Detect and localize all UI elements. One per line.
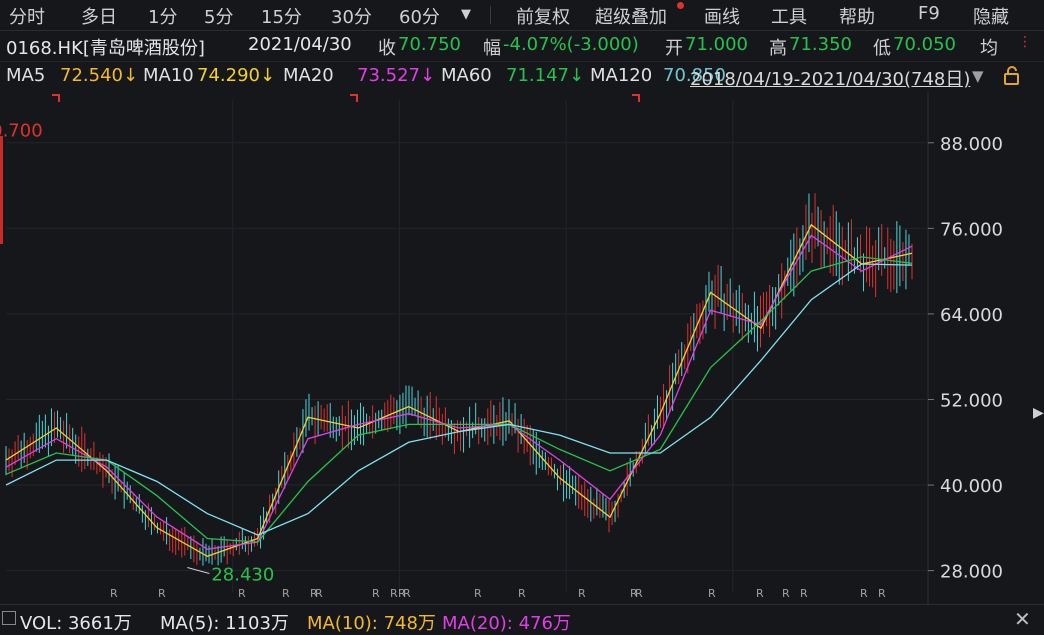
low-value: 70.050 xyxy=(893,34,956,55)
vol-ma5: MA(5): 1103万 xyxy=(160,613,289,634)
r-marker: R xyxy=(860,587,868,600)
chart-grid xyxy=(6,92,929,604)
price-chart[interactable]: 28.000 40.000 52.000 64.000 76.000 88.000 90.… xyxy=(0,92,1044,604)
tab-5min[interactable]: 5分 xyxy=(204,3,233,29)
y-tick-label: 64.000 xyxy=(940,305,1003,326)
r-marker: R xyxy=(756,587,764,600)
period-corner-mark xyxy=(52,94,60,102)
notification-dot-icon xyxy=(677,2,684,9)
toolbar-divider xyxy=(490,6,491,24)
expand-arrow-icon[interactable]: ▶ xyxy=(1033,405,1044,421)
r-marker: R xyxy=(878,587,886,600)
open-value: 71.000 xyxy=(685,34,748,55)
quote-date: 2021/04/30 xyxy=(248,34,352,55)
vol-ma20: MA(20): 476万 xyxy=(442,613,571,634)
r-marker: R xyxy=(800,587,808,600)
ma120-label: MA120 xyxy=(590,65,653,86)
high-value: 71.350 xyxy=(789,34,852,55)
tools-button[interactable]: 工具 xyxy=(771,3,807,29)
r-marker: R xyxy=(110,587,118,600)
ma-line-ma20 xyxy=(5,234,913,550)
r-marker: R xyxy=(372,587,380,600)
checkbox-icon[interactable] xyxy=(2,611,16,625)
y-tick-label: 76.000 xyxy=(940,219,1003,240)
close-value: 70.750 xyxy=(398,34,461,55)
r-marker: R xyxy=(390,587,398,600)
ma20-value: 73.527↓ xyxy=(357,65,436,86)
high-annotation: 90.700 xyxy=(0,121,43,142)
low-label: 低 xyxy=(873,38,891,59)
period-corner-mark xyxy=(350,94,358,102)
tab-multiday[interactable]: 多日 xyxy=(81,3,117,29)
ma60-value: 71.147↓ xyxy=(506,65,585,86)
stock-code: 0168.HK[青岛啤酒股份] xyxy=(6,38,205,59)
quote-info-row: 0168.HK[青岛啤酒股份] 2021/04/30 收 70.750 幅 -4… xyxy=(0,31,1044,62)
r-marker: R xyxy=(635,587,643,600)
ma20-label: MA20 xyxy=(283,65,334,86)
avg-label: 均 xyxy=(980,38,998,59)
r-marker: R xyxy=(578,587,586,600)
r-marker: R xyxy=(238,587,246,600)
ma-legend-row: MA5 72.540↓ MA10 74.290↓ MA20 73.527↓ MA… xyxy=(0,62,1044,92)
close-label: 收 xyxy=(378,38,396,59)
r-marker: R xyxy=(158,587,166,600)
high-label: 高 xyxy=(769,38,787,59)
tab-60min[interactable]: 60分 xyxy=(399,3,440,29)
caret-down-icon[interactable]: ▼ xyxy=(461,7,471,22)
r-marker: R xyxy=(403,587,411,600)
volume-row: VOL: 3661万 MA(5): 1103万 MA(10): 748万 MA(… xyxy=(0,604,1044,635)
ma10-value: 74.290↓ xyxy=(197,65,276,86)
draw-line-button[interactable]: 画线 xyxy=(704,3,740,29)
change-value: -4.07%(-3.000) xyxy=(503,34,639,55)
period-corner-mark xyxy=(632,94,640,102)
ma5-value: 72.540↓ xyxy=(60,65,139,86)
tab-1min[interactable]: 1分 xyxy=(148,3,177,29)
help-button[interactable]: 帮助 xyxy=(839,3,875,29)
period-markers xyxy=(52,94,640,102)
r-marker: R xyxy=(518,587,526,600)
super-overlay-button[interactable]: 超级叠加 xyxy=(595,3,667,29)
tab-intraday[interactable]: 分时 xyxy=(9,3,45,29)
ma5-label: MA5 xyxy=(6,65,46,86)
y-tick-label: 28.000 xyxy=(940,562,1003,583)
open-label: 开 xyxy=(665,38,683,59)
r-markers: R R R R RR R R RR R R R RR R R R R R R xyxy=(110,587,886,600)
hide-button[interactable]: 隐藏 xyxy=(973,3,1009,29)
vol-value: VOL: 3661万 xyxy=(20,613,132,634)
r-marker: R xyxy=(708,587,716,600)
ma60-label: MA60 xyxy=(441,65,492,86)
vol-ma10: MA(10): 748万 xyxy=(307,613,436,634)
low-annotation: 28.430 xyxy=(211,565,274,586)
r-marker: R xyxy=(315,587,323,600)
tab-15min[interactable]: 15分 xyxy=(261,3,302,29)
period-toolbar: 分时 多日 1分 5分 15分 30分 60分 ▼ 前复权 超级叠加 画线 工具… xyxy=(0,0,1044,31)
close-icon[interactable]: ✕ xyxy=(1014,607,1031,631)
y-tick-label: 88.000 xyxy=(940,134,1003,155)
lock-icon[interactable] xyxy=(1003,65,1021,90)
r-marker: R xyxy=(782,587,790,600)
restore-rights-button[interactable]: 前复权 xyxy=(516,3,570,29)
date-range-link[interactable]: 2018/04/19-2021/04/30(748日) xyxy=(690,65,970,91)
ma10-label: MA10 xyxy=(143,65,194,86)
r-marker: R xyxy=(282,587,290,600)
r-marker: R xyxy=(474,587,482,600)
more-dots-icon[interactable]: ⋮ xyxy=(1018,34,1032,50)
y-tick-label: 40.000 xyxy=(940,476,1003,497)
range-label: 幅 xyxy=(483,38,501,59)
range-dropdown-icon[interactable]: ▼ xyxy=(972,67,984,85)
y-tick-label: 52.000 xyxy=(940,390,1003,411)
tab-30min[interactable]: 30分 xyxy=(331,3,372,29)
f9-button[interactable]: F9 xyxy=(918,3,940,24)
left-edge-marker xyxy=(0,136,3,244)
y-axis: 28.000 40.000 52.000 64.000 76.000 88.000 xyxy=(928,134,1003,583)
